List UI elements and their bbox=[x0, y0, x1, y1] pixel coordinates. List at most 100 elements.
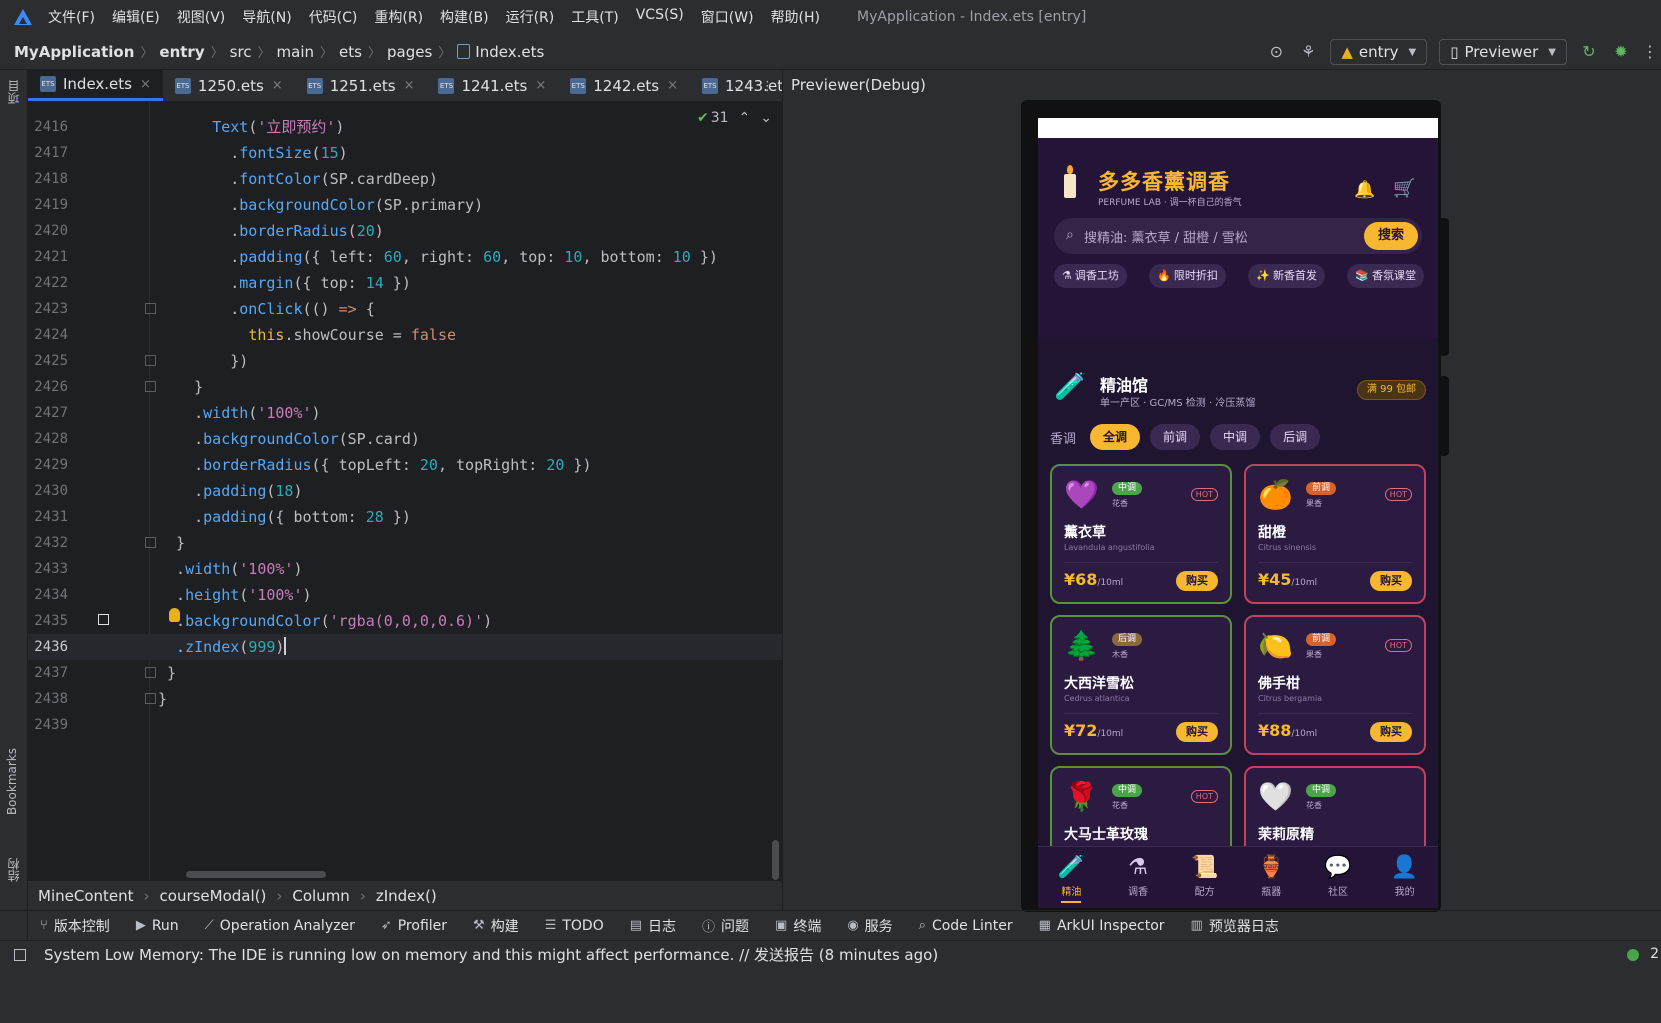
tool-window-button[interactable]: ▤ 日志 bbox=[630, 916, 676, 936]
code-line[interactable]: 2435 .backgroundColor('rgba(0,0,0,0.6)') bbox=[28, 608, 782, 634]
quick-entry-chip[interactable]: ✨ 新香首发 bbox=[1248, 264, 1325, 288]
code-line[interactable]: 2424 this.showCourse = false bbox=[28, 322, 782, 348]
code-line[interactable]: 2432 } bbox=[28, 530, 782, 556]
buy-button[interactable]: 购买 bbox=[1370, 722, 1412, 742]
code-line[interactable]: 2438} bbox=[28, 686, 782, 712]
cart-icon[interactable]: 🛒 bbox=[1393, 178, 1415, 199]
tool-windows-toggle-icon[interactable] bbox=[14, 948, 26, 961]
menu-item[interactable]: 重构(R) bbox=[374, 7, 423, 27]
fold-marker-icon[interactable] bbox=[145, 355, 156, 366]
buy-button[interactable]: 购买 bbox=[1370, 571, 1412, 591]
tool-window-button[interactable]: ⓘ 问题 bbox=[702, 916, 749, 936]
menu-item[interactable]: 视图(V) bbox=[177, 7, 226, 27]
editor-crumb-struct[interactable]: MineContent bbox=[38, 887, 134, 905]
note-filter-2[interactable]: 前调 bbox=[1150, 424, 1201, 450]
fold-marker-icon[interactable] bbox=[145, 537, 156, 548]
structure-tool-button[interactable]: 结构 bbox=[5, 858, 22, 882]
status-indicator-icon[interactable] bbox=[1627, 949, 1639, 961]
fold-marker-icon[interactable] bbox=[145, 303, 156, 314]
crumb-project[interactable]: MyApplication bbox=[14, 43, 134, 61]
note-filter-1[interactable]: 全调 bbox=[1090, 424, 1141, 450]
tool-window-button[interactable]: ▦ ArkUI Inspector bbox=[1039, 918, 1165, 934]
editor-tab[interactable]: ETS Index.ets × bbox=[28, 70, 163, 101]
code-line[interactable]: 2430 .padding(18) bbox=[28, 478, 782, 504]
quick-entry-chip[interactable]: 🔥 限时折扣 bbox=[1149, 264, 1226, 288]
product-card[interactable]: 💜 中调 花香 HOT 薰衣草 Lavandula angustifolia ¥68/10m… bbox=[1050, 464, 1232, 604]
code-line[interactable]: 2416 Text('立即预约') bbox=[28, 114, 782, 140]
code-line[interactable]: 2436 .zIndex(999) bbox=[28, 634, 782, 660]
crumb-src[interactable]: src bbox=[230, 43, 252, 61]
project-tool-button[interactable]: 项目 bbox=[5, 80, 22, 104]
app-tab-4[interactable]: 🏺 瓶器 bbox=[1241, 847, 1301, 908]
tool-window-button[interactable]: ▣ 终端 bbox=[775, 916, 821, 936]
crumb-pages[interactable]: pages bbox=[387, 43, 432, 61]
crumb-file[interactable]: Index.ets bbox=[475, 43, 544, 61]
bookmarks-tool-button[interactable]: Bookmarks bbox=[5, 748, 19, 815]
app-tab-6[interactable]: 👤 我的 bbox=[1375, 847, 1435, 908]
module-dropdown[interactable]: ▲ entry ▼ bbox=[1330, 39, 1428, 65]
editor-tab[interactable]: ETS 1250.ets × bbox=[163, 70, 295, 101]
vertical-scrollbar[interactable] bbox=[772, 840, 779, 880]
tool-window-button[interactable]: ⌕ Code Linter bbox=[919, 918, 1013, 934]
code-line[interactable]: 2423 .onClick(() => { bbox=[28, 296, 782, 322]
tool-window-button[interactable]: ⚒ 构建 bbox=[473, 916, 519, 936]
app-tab-1[interactable]: 🧪 精油 bbox=[1041, 847, 1101, 908]
menu-item[interactable]: 代码(C) bbox=[309, 7, 358, 27]
code-editor[interactable]: ✔ 31 ⌃ ⌄ 2416 Text('立即预约') 2417 .fontSize… bbox=[28, 102, 782, 880]
tool-window-button[interactable]: ➶ Profiler bbox=[381, 918, 447, 934]
editor-tab[interactable]: ETS 1251.ets × bbox=[295, 70, 427, 101]
note-filter-4[interactable]: 后调 bbox=[1270, 424, 1321, 450]
bug-report-icon[interactable]: ⚘ bbox=[1297, 41, 1319, 63]
editor-tab[interactable]: ETS 1242.ets × bbox=[558, 70, 690, 101]
bell-icon[interactable]: 🔔 bbox=[1354, 180, 1375, 200]
search-button[interactable]: 搜索 bbox=[1364, 222, 1418, 250]
code-line[interactable]: 2421 .padding({ left: 60, right: 60, top… bbox=[28, 244, 782, 270]
more-icon[interactable]: ⋮ bbox=[1642, 41, 1658, 63]
menu-item[interactable]: 文件(F) bbox=[48, 7, 95, 27]
menu-item[interactable]: 导航(N) bbox=[242, 7, 291, 27]
menu-item[interactable]: 运行(R) bbox=[506, 7, 555, 27]
tool-window-button[interactable]: ◉ 服务 bbox=[847, 916, 892, 936]
menu-item[interactable]: 构建(B) bbox=[440, 7, 489, 27]
fold-marker-icon[interactable] bbox=[145, 693, 156, 704]
code-line[interactable]: 2429 .borderRadius({ topLeft: 20, topRig… bbox=[28, 452, 782, 478]
device-dropdown[interactable]: ▯ Previewer ▼ bbox=[1439, 39, 1567, 65]
code-line[interactable]: 2431 .padding({ bottom: 28 }) bbox=[28, 504, 782, 530]
code-line[interactable]: 2425 }) bbox=[28, 348, 782, 374]
menu-item[interactable]: 窗口(W) bbox=[701, 7, 754, 27]
code-line[interactable]: 2417 .fontSize(15) bbox=[28, 140, 782, 166]
editor-crumb-column[interactable]: Column bbox=[292, 887, 349, 905]
code-line[interactable]: 2434 .height('100%') bbox=[28, 582, 782, 608]
status-message[interactable]: System Low Memory: The IDE is running lo… bbox=[44, 944, 938, 965]
editor-crumb-method[interactable]: courseModal() bbox=[160, 887, 267, 905]
code-line[interactable]: 2419 .backgroundColor(SP.primary) bbox=[28, 192, 782, 218]
editor-crumb-zindex[interactable]: zIndex() bbox=[376, 887, 437, 905]
product-card[interactable]: 🍋 前调 果香 HOT 佛手柑 Citrus bergamia ¥88/10ml 购买 bbox=[1244, 615, 1426, 755]
code-line[interactable]: 2426 } bbox=[28, 374, 782, 400]
menu-item[interactable]: 帮助(H) bbox=[771, 7, 820, 27]
product-card[interactable]: 🌲 后调 木香 大西洋雪松 Cedrus atlantica ¥72/10ml 购买 bbox=[1050, 615, 1232, 755]
note-filter-3[interactable]: 中调 bbox=[1210, 424, 1261, 450]
search-bar[interactable]: ⌕ 搜精油: 薰衣草 / 甜橙 / 雪松 搜索 bbox=[1054, 218, 1422, 254]
code-line[interactable]: 2439 bbox=[28, 712, 782, 738]
code-line[interactable]: 2427 .width('100%') bbox=[28, 400, 782, 426]
fold-marker-icon[interactable] bbox=[145, 667, 156, 678]
code-line[interactable]: 2437 } bbox=[28, 660, 782, 686]
crumb-main[interactable]: main bbox=[277, 43, 314, 61]
code-line[interactable]: 2428 .backgroundColor(SP.card) bbox=[28, 426, 782, 452]
close-icon[interactable]: × bbox=[667, 78, 678, 93]
close-icon[interactable]: × bbox=[140, 77, 151, 92]
code-line[interactable]: 2433 .width('100%') bbox=[28, 556, 782, 582]
close-icon[interactable]: × bbox=[404, 78, 415, 93]
app-tab-5[interactable]: 💬 社区 bbox=[1308, 847, 1368, 908]
close-icon[interactable]: × bbox=[272, 78, 283, 93]
tool-window-button[interactable]: ⑂ 版本控制 bbox=[40, 916, 110, 936]
crumb-ets[interactable]: ets bbox=[339, 43, 362, 61]
code-line[interactable]: 2422 .margin({ top: 14 }) bbox=[28, 270, 782, 296]
quick-entry-chip[interactable]: ⚗ 调香工坊 bbox=[1054, 264, 1127, 288]
menu-item[interactable]: 编辑(E) bbox=[112, 7, 160, 27]
quick-entry-chip[interactable]: 📚 香氛课堂 bbox=[1347, 264, 1424, 288]
tool-window-button[interactable]: ▶ Run bbox=[136, 918, 179, 934]
fold-marker-icon[interactable] bbox=[145, 381, 156, 392]
rerun-icon[interactable]: ↻ bbox=[1578, 41, 1600, 63]
